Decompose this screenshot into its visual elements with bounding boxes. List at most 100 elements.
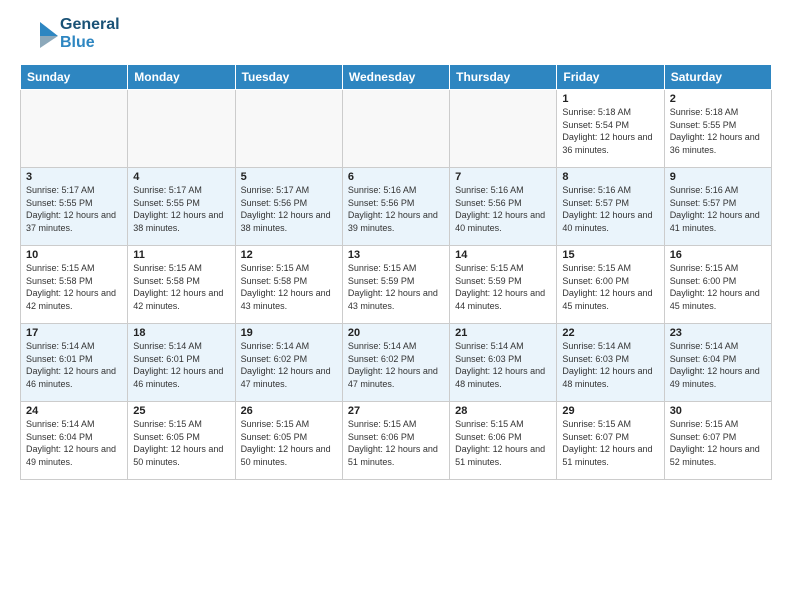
day-number: 15	[562, 249, 658, 261]
day-info: Sunrise: 5:16 AMSunset: 5:56 PMDaylight:…	[455, 184, 551, 234]
calendar-cell: 6Sunrise: 5:16 AMSunset: 5:56 PMDaylight…	[342, 168, 449, 246]
calendar-cell: 3Sunrise: 5:17 AMSunset: 5:55 PMDaylight…	[21, 168, 128, 246]
day-number: 3	[26, 171, 122, 183]
day-number: 28	[455, 405, 551, 417]
day-info: Sunrise: 5:15 AMSunset: 6:06 PMDaylight:…	[455, 418, 551, 468]
day-number: 30	[670, 405, 766, 417]
day-number: 16	[670, 249, 766, 261]
page: GeneralBlue SundayMondayTuesdayWednesday…	[0, 0, 792, 612]
day-info: Sunrise: 5:14 AMSunset: 6:01 PMDaylight:…	[26, 340, 122, 390]
day-info: Sunrise: 5:15 AMSunset: 6:05 PMDaylight:…	[133, 418, 229, 468]
calendar-cell: 11Sunrise: 5:15 AMSunset: 5:58 PMDayligh…	[128, 246, 235, 324]
calendar-cell: 10Sunrise: 5:15 AMSunset: 5:58 PMDayligh…	[21, 246, 128, 324]
calendar-cell: 12Sunrise: 5:15 AMSunset: 5:58 PMDayligh…	[235, 246, 342, 324]
day-info: Sunrise: 5:15 AMSunset: 5:58 PMDaylight:…	[133, 262, 229, 312]
calendar-cell: 9Sunrise: 5:16 AMSunset: 5:57 PMDaylight…	[664, 168, 771, 246]
weekday-header-thursday: Thursday	[450, 65, 557, 90]
day-info: Sunrise: 5:15 AMSunset: 6:05 PMDaylight:…	[241, 418, 337, 468]
day-number: 21	[455, 327, 551, 339]
calendar-cell	[128, 90, 235, 168]
logo-icon	[20, 16, 58, 54]
calendar-cell	[450, 90, 557, 168]
calendar-week-2: 3Sunrise: 5:17 AMSunset: 5:55 PMDaylight…	[21, 168, 772, 246]
day-info: Sunrise: 5:14 AMSunset: 6:02 PMDaylight:…	[241, 340, 337, 390]
day-number: 29	[562, 405, 658, 417]
calendar-week-4: 17Sunrise: 5:14 AMSunset: 6:01 PMDayligh…	[21, 324, 772, 402]
day-number: 27	[348, 405, 444, 417]
calendar-cell: 7Sunrise: 5:16 AMSunset: 5:56 PMDaylight…	[450, 168, 557, 246]
day-info: Sunrise: 5:18 AMSunset: 5:55 PMDaylight:…	[670, 106, 766, 156]
day-info: Sunrise: 5:15 AMSunset: 6:00 PMDaylight:…	[670, 262, 766, 312]
calendar-cell: 8Sunrise: 5:16 AMSunset: 5:57 PMDaylight…	[557, 168, 664, 246]
calendar-cell: 21Sunrise: 5:14 AMSunset: 6:03 PMDayligh…	[450, 324, 557, 402]
day-number: 1	[562, 93, 658, 105]
calendar-cell: 15Sunrise: 5:15 AMSunset: 6:00 PMDayligh…	[557, 246, 664, 324]
day-number: 26	[241, 405, 337, 417]
calendar-cell: 22Sunrise: 5:14 AMSunset: 6:03 PMDayligh…	[557, 324, 664, 402]
logo-blue: Blue	[60, 34, 120, 52]
weekday-header-friday: Friday	[557, 65, 664, 90]
day-number: 23	[670, 327, 766, 339]
calendar-cell: 17Sunrise: 5:14 AMSunset: 6:01 PMDayligh…	[21, 324, 128, 402]
day-number: 10	[26, 249, 122, 261]
day-info: Sunrise: 5:14 AMSunset: 6:03 PMDaylight:…	[562, 340, 658, 390]
day-info: Sunrise: 5:14 AMSunset: 6:03 PMDaylight:…	[455, 340, 551, 390]
calendar-cell: 30Sunrise: 5:15 AMSunset: 6:07 PMDayligh…	[664, 402, 771, 480]
day-info: Sunrise: 5:14 AMSunset: 6:04 PMDaylight:…	[26, 418, 122, 468]
day-number: 17	[26, 327, 122, 339]
calendar-cell: 19Sunrise: 5:14 AMSunset: 6:02 PMDayligh…	[235, 324, 342, 402]
day-info: Sunrise: 5:17 AMSunset: 5:56 PMDaylight:…	[241, 184, 337, 234]
calendar-week-3: 10Sunrise: 5:15 AMSunset: 5:58 PMDayligh…	[21, 246, 772, 324]
logo-general: General	[60, 16, 120, 34]
day-number: 8	[562, 171, 658, 183]
weekday-header-sunday: Sunday	[21, 65, 128, 90]
day-number: 13	[348, 249, 444, 261]
day-number: 19	[241, 327, 337, 339]
day-info: Sunrise: 5:14 AMSunset: 6:01 PMDaylight:…	[133, 340, 229, 390]
weekday-header-monday: Monday	[128, 65, 235, 90]
calendar-cell: 20Sunrise: 5:14 AMSunset: 6:02 PMDayligh…	[342, 324, 449, 402]
calendar-cell	[235, 90, 342, 168]
day-number: 7	[455, 171, 551, 183]
day-number: 2	[670, 93, 766, 105]
calendar-cell: 28Sunrise: 5:15 AMSunset: 6:06 PMDayligh…	[450, 402, 557, 480]
weekday-header-wednesday: Wednesday	[342, 65, 449, 90]
day-number: 25	[133, 405, 229, 417]
day-info: Sunrise: 5:17 AMSunset: 5:55 PMDaylight:…	[26, 184, 122, 234]
day-number: 11	[133, 249, 229, 261]
calendar-cell: 4Sunrise: 5:17 AMSunset: 5:55 PMDaylight…	[128, 168, 235, 246]
day-number: 9	[670, 171, 766, 183]
day-info: Sunrise: 5:16 AMSunset: 5:56 PMDaylight:…	[348, 184, 444, 234]
day-info: Sunrise: 5:15 AMSunset: 6:06 PMDaylight:…	[348, 418, 444, 468]
calendar-cell: 2Sunrise: 5:18 AMSunset: 5:55 PMDaylight…	[664, 90, 771, 168]
calendar-cell: 24Sunrise: 5:14 AMSunset: 6:04 PMDayligh…	[21, 402, 128, 480]
calendar-cell: 13Sunrise: 5:15 AMSunset: 5:59 PMDayligh…	[342, 246, 449, 324]
weekday-header-tuesday: Tuesday	[235, 65, 342, 90]
day-info: Sunrise: 5:15 AMSunset: 6:00 PMDaylight:…	[562, 262, 658, 312]
calendar-week-1: 1Sunrise: 5:18 AMSunset: 5:54 PMDaylight…	[21, 90, 772, 168]
header: GeneralBlue	[20, 16, 772, 54]
calendar-cell: 23Sunrise: 5:14 AMSunset: 6:04 PMDayligh…	[664, 324, 771, 402]
day-info: Sunrise: 5:15 AMSunset: 5:59 PMDaylight:…	[455, 262, 551, 312]
day-info: Sunrise: 5:15 AMSunset: 6:07 PMDaylight:…	[562, 418, 658, 468]
day-number: 5	[241, 171, 337, 183]
day-info: Sunrise: 5:15 AMSunset: 5:58 PMDaylight:…	[26, 262, 122, 312]
weekday-header-saturday: Saturday	[664, 65, 771, 90]
day-info: Sunrise: 5:17 AMSunset: 5:55 PMDaylight:…	[133, 184, 229, 234]
calendar-cell: 26Sunrise: 5:15 AMSunset: 6:05 PMDayligh…	[235, 402, 342, 480]
day-number: 20	[348, 327, 444, 339]
day-info: Sunrise: 5:15 AMSunset: 5:59 PMDaylight:…	[348, 262, 444, 312]
calendar-week-5: 24Sunrise: 5:14 AMSunset: 6:04 PMDayligh…	[21, 402, 772, 480]
day-number: 24	[26, 405, 122, 417]
calendar-cell: 29Sunrise: 5:15 AMSunset: 6:07 PMDayligh…	[557, 402, 664, 480]
day-info: Sunrise: 5:16 AMSunset: 5:57 PMDaylight:…	[562, 184, 658, 234]
calendar-table: SundayMondayTuesdayWednesdayThursdayFrid…	[20, 64, 772, 480]
day-info: Sunrise: 5:14 AMSunset: 6:04 PMDaylight:…	[670, 340, 766, 390]
day-number: 18	[133, 327, 229, 339]
calendar-cell: 16Sunrise: 5:15 AMSunset: 6:00 PMDayligh…	[664, 246, 771, 324]
day-number: 14	[455, 249, 551, 261]
calendar-cell	[342, 90, 449, 168]
day-info: Sunrise: 5:15 AMSunset: 5:58 PMDaylight:…	[241, 262, 337, 312]
calendar-cell: 25Sunrise: 5:15 AMSunset: 6:05 PMDayligh…	[128, 402, 235, 480]
day-number: 4	[133, 171, 229, 183]
